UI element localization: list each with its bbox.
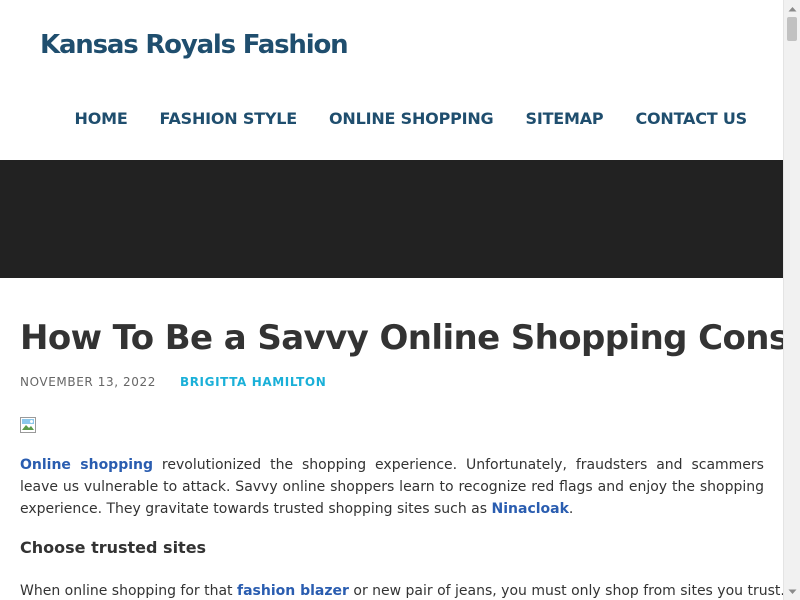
header-banner — [0, 160, 783, 278]
post-date: NOVEMBER 13, 2022 — [20, 375, 156, 389]
ninacloak-link[interactable]: Ninacloak — [492, 501, 569, 517]
broken-image-icon — [20, 417, 36, 433]
body-text: When online shopping for that — [20, 583, 237, 599]
post-author-link[interactable]: BRIGITTA HAMILTON — [180, 375, 326, 389]
fashion-blazer-link[interactable]: fashion blazer — [237, 583, 349, 599]
post-title: How To Be a Savvy Online Shopping Consum… — [20, 318, 783, 358]
main-nav: HOME FASHION STYLE ONLINE SHOPPING SITEM… — [75, 109, 748, 128]
intro-text-end: . — [568, 501, 574, 517]
site-title[interactable]: Kansas Royals Fashion — [40, 30, 349, 60]
body-text-cont: or new pair of jeans, you must only shop… — [348, 583, 783, 599]
nav-item-online-shopping[interactable]: ONLINE SHOPPING — [329, 109, 494, 128]
section-heading: Choose trusted sites — [20, 538, 207, 557]
intro-paragraph: Online shopping revolutionized the shopp… — [20, 454, 764, 520]
nav-item-sitemap[interactable]: SITEMAP — [526, 109, 604, 128]
page: Kansas Royals Fashion HOME FASHION STYLE… — [0, 0, 783, 600]
nav-item-home[interactable]: HOME — [75, 109, 128, 128]
arrow-down-icon[interactable] — [784, 583, 800, 600]
scroll-thumb[interactable] — [787, 17, 797, 41]
nav-item-contact-us[interactable]: CONTACT US — [635, 109, 747, 128]
nav-item-fashion-style[interactable]: FASHION STYLE — [160, 109, 298, 128]
vertical-scrollbar[interactable] — [783, 0, 800, 600]
body-paragraph: When online shopping for that fashion bl… — [20, 580, 783, 600]
post-meta: NOVEMBER 13, 2022 BRIGITTA HAMILTON — [20, 375, 326, 389]
arrow-up-icon[interactable] — [784, 0, 800, 17]
online-shopping-link[interactable]: Online shopping — [20, 457, 153, 473]
